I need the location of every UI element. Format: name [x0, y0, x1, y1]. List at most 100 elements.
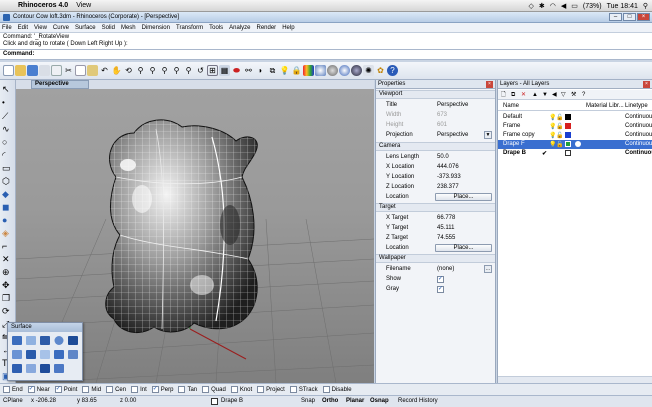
select-icon[interactable]: ⬬	[231, 65, 242, 76]
wireframe-icon[interactable]	[315, 65, 326, 76]
layer-icon[interactable]: ⧉	[267, 65, 278, 76]
cut-icon[interactable]: ✂	[63, 65, 74, 76]
zoom-extents-icon[interactable]: ⚲	[171, 65, 182, 76]
new-file-icon[interactable]	[3, 65, 14, 76]
osnap-near-checkbox[interactable]: ✓	[27, 386, 35, 393]
mac-view-menu[interactable]: View	[76, 2, 91, 9]
osnap-strack-checkbox[interactable]	[289, 386, 297, 393]
lock-icon[interactable]: 🔓	[556, 114, 563, 121]
viewport-tab-perspective[interactable]: Perspective	[31, 80, 89, 89]
import-icon[interactable]	[51, 65, 62, 76]
polyline-icon[interactable]: ⟋	[2, 111, 14, 122]
layers-scrollbar[interactable]	[498, 376, 652, 383]
layers-close-button[interactable]: ×	[643, 81, 650, 88]
projection-select[interactable]: Perspective	[437, 130, 468, 140]
menu-view[interactable]: View	[34, 25, 47, 31]
wallpaper-filename[interactable]: (none)	[437, 264, 454, 274]
osnap-quad-checkbox[interactable]	[202, 386, 210, 393]
move-down-icon[interactable]: ▼	[542, 90, 548, 100]
status-ortho[interactable]: Ortho	[322, 398, 338, 404]
mesh-icon[interactable]: ◈	[2, 228, 14, 239]
bluetooth-icon[interactable]: ✱	[539, 2, 545, 10]
status-cplane[interactable]: CPlane	[3, 398, 23, 404]
surface-toolbar-palette[interactable]: Surface	[7, 322, 83, 381]
help-icon[interactable]: ?	[387, 65, 398, 76]
circle-icon[interactable]: ○	[2, 137, 14, 148]
rectangle-icon[interactable]: ▭	[2, 163, 14, 174]
layer-color-swatch[interactable]	[565, 150, 571, 156]
color-icon[interactable]	[303, 65, 314, 76]
col-material[interactable]: Material Libr...	[586, 101, 624, 111]
zoom-window-icon[interactable]: ⚲	[147, 65, 158, 76]
lightbulb-icon[interactable]: 💡	[279, 65, 290, 76]
show-icon[interactable]: ⚯	[243, 65, 254, 76]
zoom-selected-icon[interactable]: ⚲	[183, 65, 194, 76]
target-section[interactable]: Target	[376, 203, 495, 212]
new-sublayer-icon[interactable]: ⧉	[511, 90, 515, 100]
osnap-knot-checkbox[interactable]	[230, 386, 238, 393]
layer-color-swatch[interactable]	[565, 114, 571, 120]
show-checkbox[interactable]: ✓	[437, 276, 444, 283]
four-viewports-icon[interactable]: ⊞	[207, 65, 218, 76]
osnap-tan-checkbox[interactable]	[178, 386, 186, 393]
light-icon[interactable]: ✺	[363, 65, 374, 76]
material-icon[interactable]	[575, 141, 581, 147]
target-place-button[interactable]: Place...	[435, 244, 492, 252]
menu-mesh[interactable]: Mesh	[121, 25, 136, 31]
menu-solid[interactable]: Solid	[102, 25, 115, 31]
property-value[interactable]: Perspective	[437, 100, 468, 110]
lock-icon[interactable]: 🔒	[291, 65, 302, 76]
box-icon[interactable]: ◼	[2, 202, 14, 213]
col-name[interactable]: Name	[503, 101, 519, 111]
move-icon[interactable]: ✥	[2, 280, 14, 291]
copy-object-icon[interactable]: ❐	[2, 293, 14, 304]
trim-icon[interactable]: ✕	[2, 254, 14, 265]
paste-icon[interactable]	[87, 65, 98, 76]
lock-icon[interactable]: 🔓	[556, 123, 563, 130]
curve-icon[interactable]: ∿	[2, 124, 14, 135]
filter-icon[interactable]: ▽	[561, 90, 566, 100]
lightbulb-icon[interactable]: 💡	[549, 123, 556, 130]
menu-transform[interactable]: Transform	[176, 25, 203, 31]
layer-row[interactable]: Frame copy 💡 🔓 Continuous	[498, 131, 652, 140]
lock-icon[interactable]: 🔓	[556, 141, 563, 148]
point-icon[interactable]: •	[2, 98, 14, 109]
z-location-field[interactable]: 238.377	[437, 182, 459, 192]
close-button[interactable]: ×	[637, 13, 650, 21]
camera-place-button[interactable]: Place...	[435, 193, 492, 201]
lightbulb-icon[interactable]: 💡	[549, 132, 556, 139]
layer-color-swatch[interactable]	[565, 123, 571, 129]
lightbulb-icon[interactable]: 💡	[549, 141, 556, 148]
osnap-perp-checkbox[interactable]: ✓	[151, 386, 159, 393]
open-file-icon[interactable]	[15, 65, 26, 76]
z-target-field[interactable]: 74.555	[437, 233, 455, 243]
undo-view-icon[interactable]: ↺	[195, 65, 206, 76]
osnap-disable-checkbox[interactable]	[322, 386, 330, 393]
print-icon[interactable]	[39, 65, 50, 76]
status-record-history[interactable]: Record History	[398, 398, 438, 404]
x-location-field[interactable]: 444.076	[437, 162, 459, 172]
layer-row-selected[interactable]: Drape F 💡 🔓 Continuous	[498, 140, 652, 149]
menu-help[interactable]: Help	[282, 25, 294, 31]
zoom-dynamic-icon[interactable]: ⚲	[159, 65, 170, 76]
wallpaper-section[interactable]: Wallpaper	[376, 254, 495, 263]
move-up-icon[interactable]: ▲	[532, 90, 538, 100]
menu-edit[interactable]: Edit	[18, 25, 28, 31]
new-layer-icon[interactable]: 🗋	[501, 90, 506, 100]
lightbulb-icon[interactable]: 💡	[549, 114, 556, 121]
hide-icon[interactable]: ◗	[255, 65, 266, 76]
zoom-icon[interactable]: ⚲	[135, 65, 146, 76]
move-left-icon[interactable]: ◀	[552, 90, 557, 100]
maximize-button[interactable]: □	[623, 13, 636, 21]
spotlight-icon[interactable]: ⚲	[643, 2, 648, 10]
polygon-icon[interactable]: ⬡	[2, 176, 14, 187]
command-input[interactable]: Command:	[0, 50, 652, 60]
pan-icon[interactable]: ✋	[111, 65, 122, 76]
menu-tools[interactable]: Tools	[209, 25, 223, 31]
osnap-point-checkbox[interactable]: ✓	[54, 386, 62, 393]
delete-layer-icon[interactable]: ✕	[521, 90, 526, 100]
osnap-end-checkbox[interactable]	[3, 386, 10, 393]
fillet-icon[interactable]: ⌐	[2, 241, 14, 252]
layer-row[interactable]: Default 💡 🔓 Continuous	[498, 113, 652, 122]
tools-icon[interactable]: ⚒	[571, 90, 576, 100]
